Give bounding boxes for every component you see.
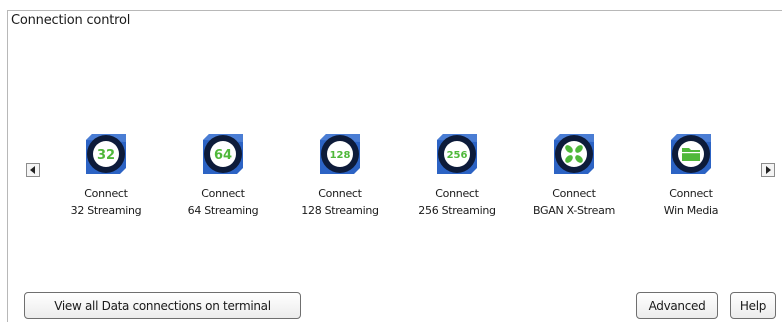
streaming-128-icon: 128: [320, 134, 360, 174]
connect-label: Connect: [201, 187, 245, 200]
connection-type-label: 64 Streaming: [187, 204, 259, 217]
connect-32-streaming[interactable]: 32 Connect 32 Streaming: [51, 130, 161, 219]
connect-label: Connect: [84, 187, 128, 200]
view-all-connections-button[interactable]: View all Data connections on terminal: [24, 292, 301, 319]
svg-text:256: 256: [447, 150, 468, 161]
svg-text:32: 32: [97, 148, 115, 163]
scroll-right-button[interactable]: [761, 163, 775, 177]
streaming-256-icon: 256: [437, 134, 477, 174]
streaming-32-icon: 32: [86, 134, 126, 174]
connection-type-label: 128 Streaming: [301, 204, 379, 217]
svg-text:128: 128: [330, 150, 351, 161]
panel-title: Connection control: [11, 13, 131, 28]
connect-label: Connect: [552, 187, 596, 200]
advanced-button[interactable]: Advanced: [636, 292, 718, 319]
connection-type-label: BGAN X-Stream: [533, 204, 615, 217]
folder-icon: [671, 134, 711, 174]
arrow-right-icon: [766, 166, 771, 174]
connection-list: 32 Connect 32 Streaming 64 Connect 64 St…: [0, 130, 782, 230]
connect-bgan-x-stream[interactable]: Connect BGAN X-Stream: [519, 130, 629, 219]
connection-type-label: 256 Streaming: [418, 204, 496, 217]
help-button[interactable]: Help: [730, 292, 776, 319]
connect-label: Connect: [669, 187, 713, 200]
connect-64-streaming[interactable]: 64 Connect 64 Streaming: [168, 130, 278, 219]
connect-128-streaming[interactable]: 128 Connect 128 Streaming: [285, 130, 395, 219]
bgan-x-stream-icon: [554, 134, 594, 174]
connection-type-label: 32 Streaming: [70, 204, 142, 217]
connect-win-media[interactable]: Connect Win Media: [636, 130, 746, 219]
connect-256-streaming[interactable]: 256 Connect 256 Streaming: [402, 130, 512, 219]
streaming-64-icon: 64: [203, 134, 243, 174]
connect-label: Connect: [318, 187, 362, 200]
connection-type-label: Win Media: [663, 204, 719, 217]
svg-text:64: 64: [214, 148, 232, 163]
connect-label: Connect: [435, 187, 479, 200]
